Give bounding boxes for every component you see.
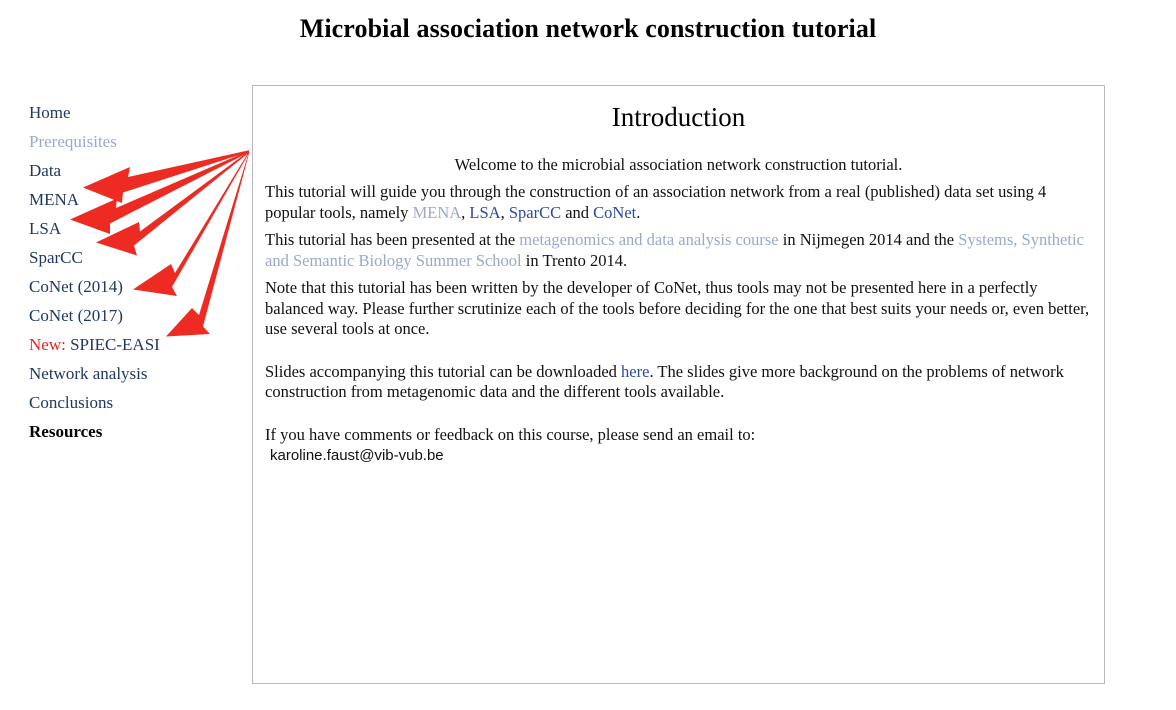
paragraph-presented-at: This tutorial has been presented at the … — [265, 230, 1092, 271]
welcome-text: Welcome to the microbial association net… — [454, 155, 903, 174]
link-sparcc[interactable]: SparCC — [509, 203, 561, 222]
paragraph-contact: If you have comments or feedback on this… — [265, 425, 1092, 467]
para2-text-1: This tutorial has been presented at the — [265, 230, 520, 249]
paragraph-slides: Slides accompanying this tutorial can be… — [265, 362, 1092, 403]
content-heading: Introduction — [611, 102, 746, 132]
para2-text-2: in Nijmegen 2014 and the — [778, 230, 959, 249]
paragraph-tools: This tutorial will guide you through the… — [265, 182, 1092, 223]
sidebar-item-lsa[interactable]: LSA — [29, 214, 239, 243]
sidebar-item-spiec-easi-text: SPIEC-EASI — [70, 335, 160, 354]
para1-sep-3: and — [561, 202, 594, 222]
page-title: Microbial association network constructi… — [299, 14, 877, 43]
content-panel: Introduction Welcome to the microbial as… — [252, 85, 1105, 684]
link-here[interactable]: here — [621, 362, 649, 381]
sidebar-item-conet-2017[interactable]: CoNet (2017) — [29, 301, 239, 330]
para4-text-1: Slides accompanying this tutorial can be… — [265, 361, 622, 381]
sidebar-item-conclusions[interactable]: Conclusions — [29, 388, 239, 417]
contact-email: karoline.faust@vib-vub.be — [270, 447, 444, 464]
sidebar-item-spiec-easi[interactable]: New: SPIEC-EASI — [29, 330, 239, 359]
link-conet[interactable]: CoNet — [593, 203, 636, 222]
link-lsa[interactable]: LSA — [469, 203, 500, 222]
para1-sep-2: , — [500, 202, 509, 222]
para2-text-3: in Trento 2014. — [521, 250, 628, 270]
link-metagenomics-course[interactable]: metagenomics and data analysis course — [519, 230, 778, 249]
para1-text-start: This tutorial will guide you through the… — [265, 182, 1047, 222]
sidebar-item-resources: Resources — [29, 422, 103, 441]
new-flag-label: New: — [29, 335, 66, 354]
sidebar-item-data[interactable]: Data — [29, 156, 239, 185]
sidebar-item-conet-2014[interactable]: CoNet (2014) — [29, 272, 239, 301]
sidebar-navigation: Home Prerequisites Data MENA LSA SparCC … — [29, 98, 239, 446]
sidebar-item-home[interactable]: Home — [29, 98, 239, 127]
sidebar-item-network-analysis[interactable]: Network analysis — [29, 359, 239, 388]
sidebar-item-sparcc[interactable]: SparCC — [29, 243, 239, 272]
paragraph-note: Note that this tutorial has been written… — [265, 278, 1090, 338]
contact-prompt: If you have comments or feedback on this… — [265, 424, 756, 444]
link-mena[interactable]: MENA — [413, 203, 462, 222]
sidebar-item-mena[interactable]: MENA — [29, 185, 239, 214]
para1-text-end: . — [636, 202, 641, 222]
sidebar-item-prerequisites[interactable]: Prerequisites — [29, 127, 239, 156]
